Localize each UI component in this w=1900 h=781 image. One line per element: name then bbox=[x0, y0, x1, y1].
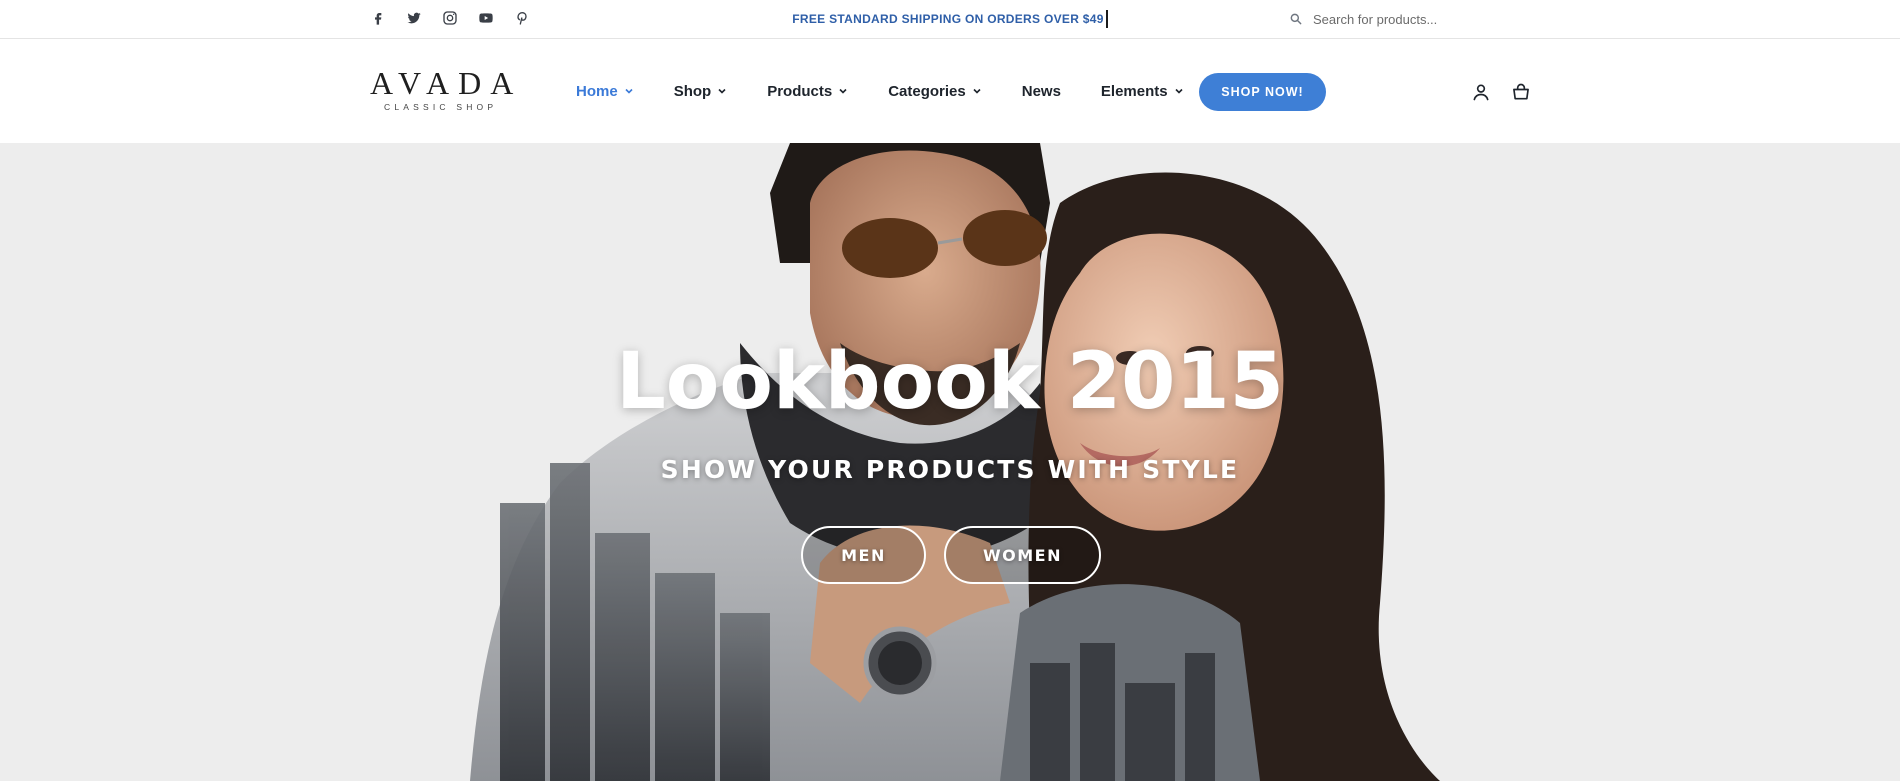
social-links bbox=[368, 8, 532, 28]
chevron-down-icon bbox=[1174, 86, 1184, 96]
hero-subtitle: SHOW YOUR PRODUCTS WITH STYLE bbox=[660, 455, 1240, 484]
chevron-down-icon bbox=[624, 86, 634, 96]
hero-banner: Lookbook 2015 SHOW YOUR PRODUCTS WITH ST… bbox=[0, 143, 1900, 781]
nav-item-label: News bbox=[1021, 82, 1061, 100]
youtube-icon[interactable] bbox=[476, 8, 496, 28]
logo-tagline: CLASSIC SHOP bbox=[384, 102, 498, 112]
twitter-icon[interactable] bbox=[404, 8, 424, 28]
nav-item-label: Shop bbox=[673, 82, 712, 100]
search-icon[interactable] bbox=[1285, 8, 1307, 30]
chevron-down-icon bbox=[717, 86, 727, 96]
site-logo[interactable]: AVADA CLASSIC SHOP bbox=[370, 67, 530, 113]
search-input[interactable] bbox=[1313, 11, 1513, 27]
promo-text: FREE STANDARD SHIPPING ON ORDERS OVER $4… bbox=[792, 12, 1104, 26]
text-caret bbox=[1105, 10, 1108, 28]
nav-item-shop[interactable]: Shop bbox=[674, 83, 728, 100]
nav-item-categories[interactable]: Categories bbox=[888, 83, 982, 100]
women-button[interactable]: WOMEN bbox=[944, 526, 1101, 584]
chevron-down-icon bbox=[972, 86, 982, 96]
chevron-down-icon bbox=[838, 86, 848, 96]
promo-banner: FREE STANDARD SHIPPING ON ORDERS OVER $4… bbox=[780, 10, 1120, 28]
nav-item-elements[interactable]: Elements bbox=[1101, 83, 1184, 100]
facebook-icon[interactable] bbox=[368, 8, 388, 28]
nav-item-label: Products bbox=[767, 82, 833, 100]
instagram-icon[interactable] bbox=[440, 8, 460, 28]
nav-item-news[interactable]: News bbox=[1022, 83, 1061, 100]
user-icon[interactable] bbox=[1470, 81, 1492, 103]
main-header: AVADA CLASSIC SHOP Home Shop Products Ca… bbox=[0, 39, 1900, 143]
main-navigation: Home Shop Products Categories News Eleme… bbox=[576, 39, 1224, 143]
logo-wordmark: AVADA bbox=[370, 65, 523, 101]
nav-item-label: Home bbox=[576, 82, 618, 100]
nav-item-label: Categories bbox=[888, 82, 966, 100]
top-bar: FREE STANDARD SHIPPING ON ORDERS OVER $4… bbox=[0, 0, 1900, 39]
nav-item-home[interactable]: Home bbox=[576, 83, 634, 100]
shopping-bag-icon[interactable] bbox=[1510, 81, 1532, 103]
nav-item-label: Elements bbox=[1100, 82, 1168, 100]
men-button[interactable]: MEN bbox=[801, 526, 926, 584]
pinterest-icon[interactable] bbox=[512, 8, 532, 28]
shop-now-button[interactable]: SHOP NOW! bbox=[1199, 73, 1326, 111]
search-form bbox=[1285, 6, 1535, 32]
hero-title: Lookbook 2015 bbox=[616, 337, 1284, 427]
nav-item-products[interactable]: Products bbox=[767, 83, 848, 100]
